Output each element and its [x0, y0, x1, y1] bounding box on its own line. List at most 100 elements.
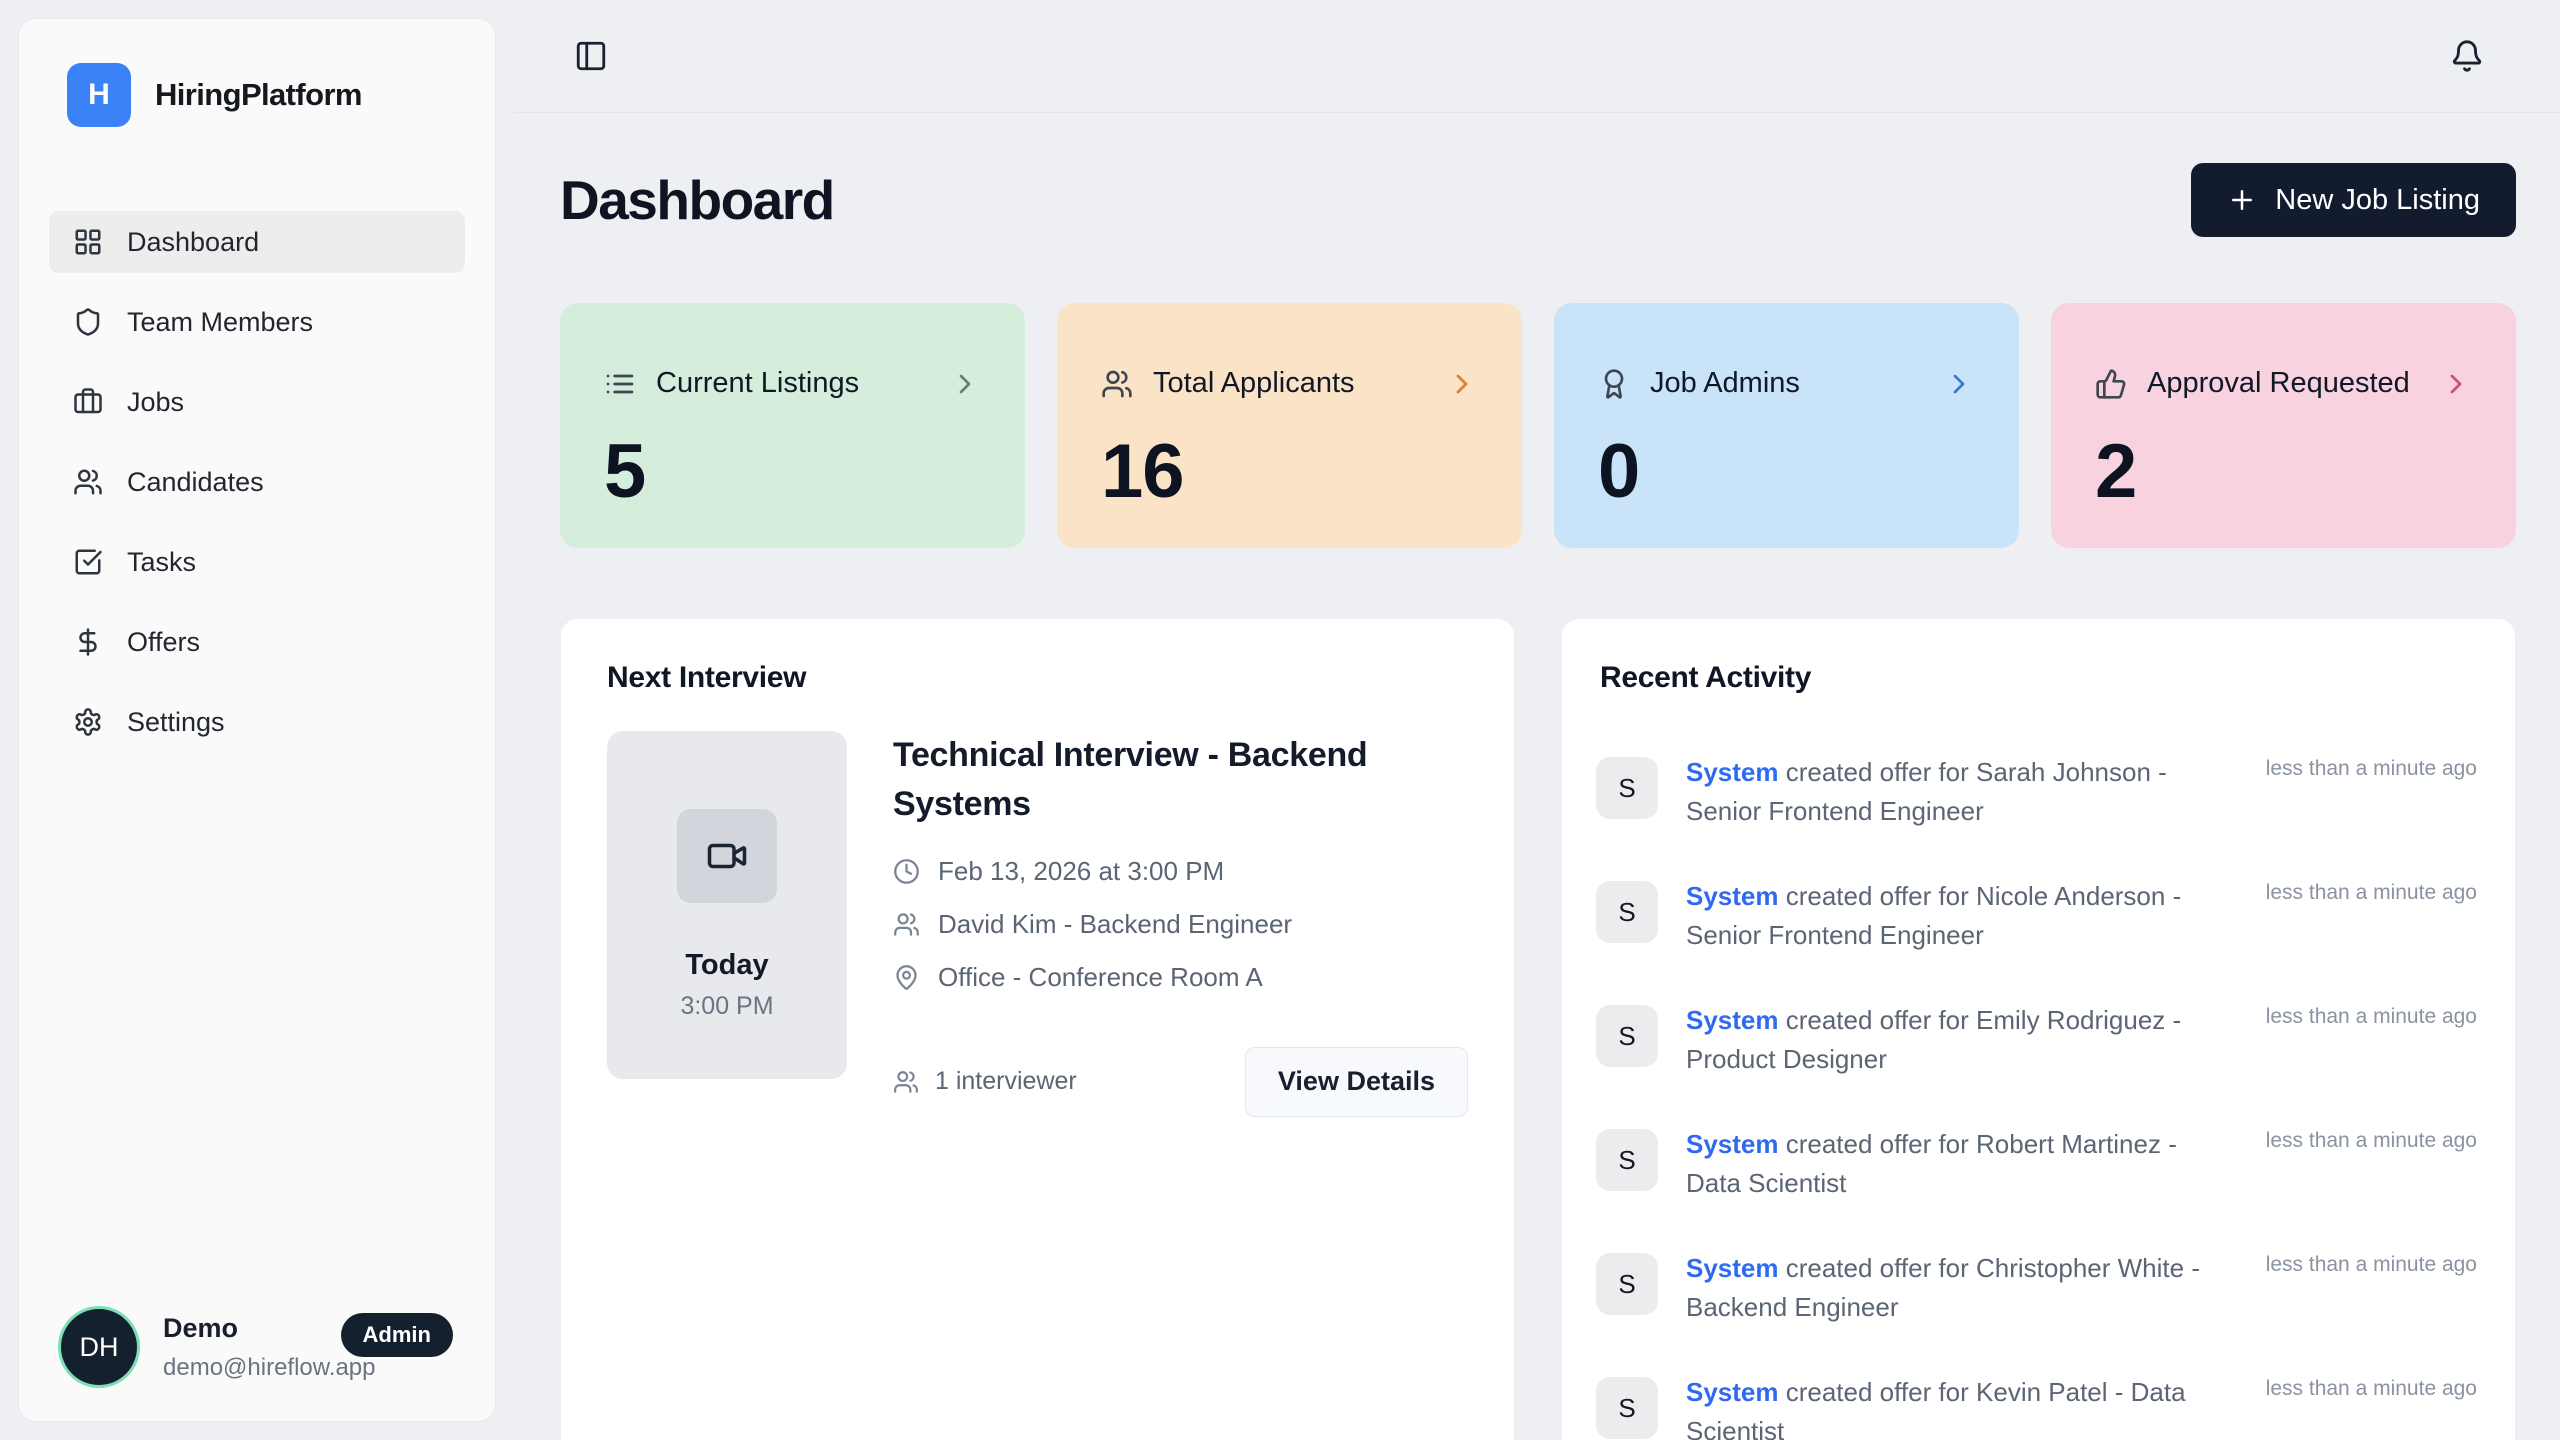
users-icon	[73, 467, 103, 497]
activity-text: System created offer for Christopher Whi…	[1686, 1249, 2226, 1327]
interview-detail-row: David Kim - Backend Engineer	[893, 909, 1468, 940]
topbar	[514, 0, 2560, 113]
interview-detail-text: Feb 13, 2026 at 3:00 PM	[938, 856, 1224, 887]
sidebar-spacer	[49, 753, 465, 1309]
stat-card-approval-requested[interactable]: Approval Requested2	[2051, 303, 2516, 548]
chevron-right-icon	[1446, 368, 1478, 400]
activity-actor-link[interactable]: System	[1686, 757, 1779, 787]
sidebar-item-label: Team Members	[127, 307, 313, 338]
stat-card-header: Approval Requested	[2095, 367, 2472, 400]
notifications-button[interactable]	[2450, 39, 2484, 73]
gear-icon	[73, 707, 103, 737]
activity-timestamp: less than a minute ago	[2266, 757, 2477, 831]
activity-timestamp: less than a minute ago	[2266, 1005, 2477, 1079]
users-icon	[1101, 368, 1133, 400]
activity-timestamp: less than a minute ago	[2266, 1129, 2477, 1203]
activity-item: S System created offer for Christopher Wh…	[1596, 1249, 2477, 1327]
clock-icon	[893, 858, 920, 885]
sidebar-item-label: Tasks	[127, 547, 196, 578]
sidebar-item-tasks[interactable]: Tasks	[49, 531, 465, 593]
interview-time: 3:00 PM	[680, 992, 773, 1021]
list-icon	[604, 368, 636, 400]
sidebar-item-label: Candidates	[127, 467, 264, 498]
activity-list: S System created offer for Sarah Johnson …	[1596, 753, 2477, 1440]
panel-left-icon	[574, 39, 608, 73]
users-icon	[893, 911, 920, 938]
stat-label: Total Applicants	[1153, 367, 1355, 400]
interview-detail-row: Office - Conference Room A	[893, 962, 1468, 993]
activity-actor-link[interactable]: System	[1686, 1377, 1779, 1407]
new-job-listing-label: New Job Listing	[2275, 184, 2480, 217]
page-content: Dashboard New Job Listing Current Listin…	[514, 113, 2560, 1440]
sidebar-item-label: Jobs	[127, 387, 184, 418]
activity-actor-link[interactable]: System	[1686, 1129, 1779, 1159]
activity-actor-link[interactable]: System	[1686, 1253, 1779, 1283]
stat-value: 5	[604, 428, 981, 515]
dashboard-grid-icon	[73, 227, 103, 257]
briefcase-icon	[73, 387, 103, 417]
activity-actor-link[interactable]: System	[1686, 881, 1779, 911]
user-profile[interactable]: DH Demo demo@hireflow.app Admin	[49, 1309, 465, 1385]
check-square-icon	[73, 547, 103, 577]
new-job-listing-button[interactable]: New Job Listing	[2191, 163, 2516, 237]
role-badge: Admin	[341, 1313, 453, 1357]
activity-avatar: S	[1596, 1377, 1658, 1439]
page-title: Dashboard	[560, 168, 834, 232]
map-pin-icon	[893, 964, 920, 991]
activity-actor-link[interactable]: System	[1686, 1005, 1779, 1035]
sidebar-item-jobs[interactable]: Jobs	[49, 371, 465, 433]
chevron-right-icon	[2440, 368, 2472, 400]
sidebar-toggle-button[interactable]	[574, 39, 608, 73]
lower-columns: Next Interview Today 3:00 PM Technical I…	[560, 618, 2516, 1440]
user-name: Demo	[163, 1313, 315, 1344]
interview-datetime-tile: Today 3:00 PM	[607, 731, 847, 1079]
activity-timestamp: less than a minute ago	[2266, 881, 2477, 955]
brand: H HiringPlatform	[49, 63, 465, 127]
activity-text: System created offer for Sarah Johnson -…	[1686, 753, 2226, 831]
stat-card-total-applicants[interactable]: Total Applicants 16	[1057, 303, 1522, 548]
dollar-icon	[73, 627, 103, 657]
activity-text: System created offer for Nicole Anderson…	[1686, 877, 2226, 955]
view-details-button[interactable]: View Details	[1245, 1047, 1468, 1117]
stat-card-header: Current Listings	[604, 367, 981, 400]
video-icon	[706, 835, 748, 877]
stat-card-header: Total Applicants	[1101, 367, 1478, 400]
activity-avatar: S	[1596, 1129, 1658, 1191]
shield-icon	[73, 307, 103, 337]
interview-detail-text: Office - Conference Room A	[938, 962, 1263, 993]
recent-activity-section-title: Recent Activity	[1596, 661, 2477, 695]
stats-row: Current Listings 5 Total Applicants 16 Job A…	[560, 303, 2516, 548]
activity-item: S System created offer for Sarah Johnson …	[1596, 753, 2477, 831]
stat-card-job-admins[interactable]: Job Admins0	[1554, 303, 2019, 548]
sidebar-item-team-members[interactable]: Team Members	[49, 291, 465, 353]
plus-icon	[2227, 185, 2257, 215]
sidebar-item-settings[interactable]: Settings	[49, 691, 465, 753]
app-name: HiringPlatform	[155, 77, 362, 113]
activity-text: System created offer for Emily Rodriguez…	[1686, 1001, 2226, 1079]
sidebar-item-dashboard[interactable]: Dashboard	[49, 211, 465, 273]
user-email: demo@hireflow.app	[163, 1354, 315, 1382]
activity-avatar: S	[1596, 757, 1658, 819]
sidebar-item-offers[interactable]: Offers	[49, 611, 465, 673]
avatar: DH	[61, 1309, 137, 1385]
award-icon	[1598, 368, 1630, 400]
stat-card-header: Job Admins	[1598, 367, 1975, 400]
stat-card-current-listings[interactable]: Current Listings 5	[560, 303, 1025, 548]
stat-value: 16	[1101, 428, 1478, 515]
recent-activity-card: Recent Activity S System created offer fo…	[1561, 618, 2516, 1440]
activity-item: SSystem created offer for Kevin Patel - …	[1596, 1373, 2477, 1440]
user-meta: Demo demo@hireflow.app	[163, 1313, 315, 1382]
app-logo: H	[67, 63, 131, 127]
stat-label: Approval Requested	[2147, 367, 2410, 400]
stat-label: Job Admins	[1650, 367, 1800, 400]
thumbs-up-icon	[2095, 368, 2127, 400]
next-interview-section-title: Next Interview	[607, 661, 1468, 695]
activity-avatar: S	[1596, 1253, 1658, 1315]
interview-info: Technical Interview - Backend Systems Fe…	[893, 731, 1468, 1117]
chevron-right-icon	[1943, 368, 1975, 400]
sidebar-item-candidates[interactable]: Candidates	[49, 451, 465, 513]
main-area: Dashboard New Job Listing Current Listin…	[514, 0, 2560, 1440]
interview-details: Feb 13, 2026 at 3:00 PM David Kim - Backe…	[893, 856, 1468, 993]
sidebar-item-label: Settings	[127, 707, 225, 738]
stat-label: Current Listings	[656, 367, 859, 400]
